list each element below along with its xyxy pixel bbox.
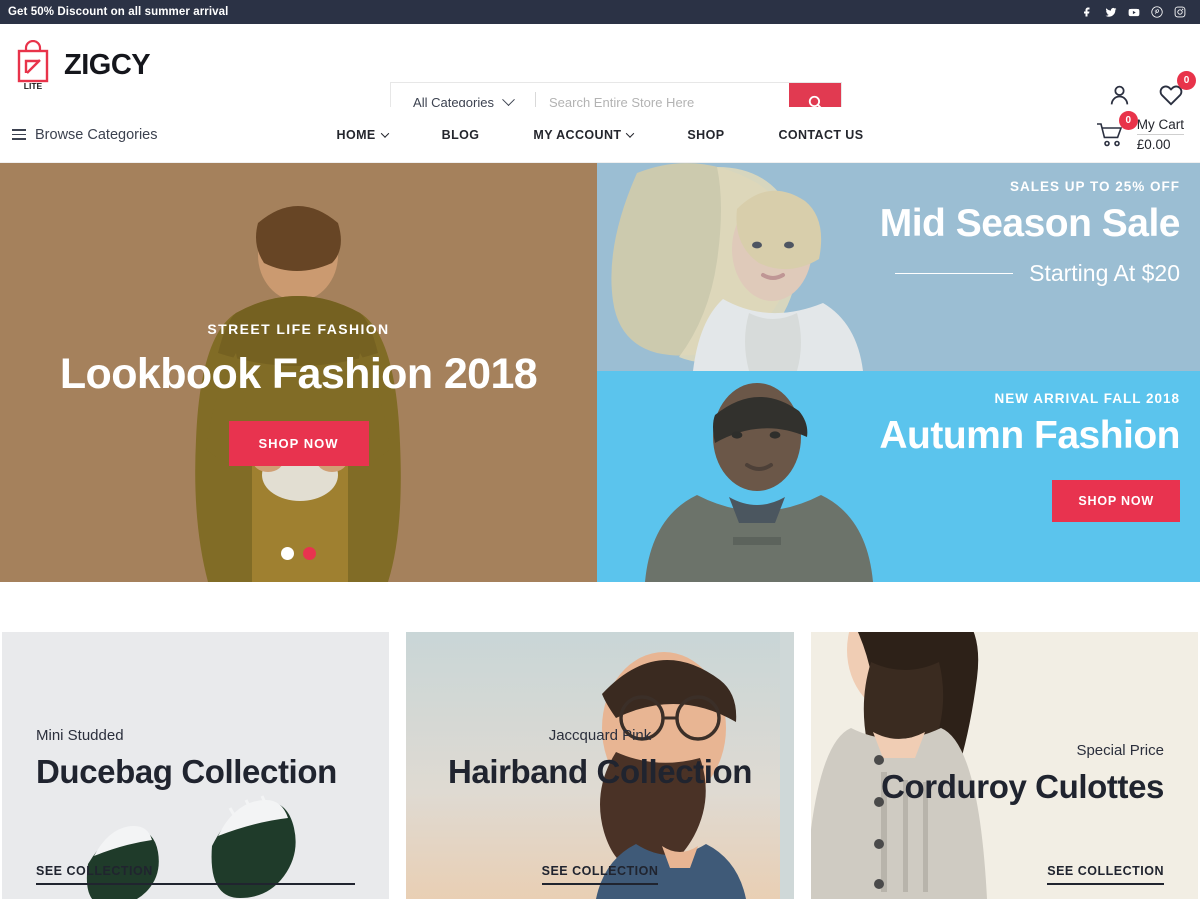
banner-autumn-kicker: NEW ARRIVAL FALL 2018 bbox=[994, 391, 1180, 406]
cart-button[interactable]: 0 My Cart £0.00 bbox=[1096, 110, 1184, 152]
collection-title-hairband: Hairband Collection bbox=[447, 753, 753, 790]
collection-card-hairband[interactable]: Jaccquard Pink Hairband Collection SEE C… bbox=[406, 632, 794, 899]
banner-mid-rule bbox=[895, 272, 1014, 275]
collection-kicker-ducebag: Mini Studded bbox=[36, 727, 124, 744]
collection-title-ducebag: Ducebag Collection bbox=[36, 753, 337, 790]
collection-card-corduroy-content: Special Price Corduroy Culottes SEE COLL… bbox=[811, 632, 1198, 899]
collection-card-corduroy[interactable]: Special Price Corduroy Culottes SEE COLL… bbox=[810, 632, 1198, 899]
banner-mid-kicker: SALES UP TO 25% OFF bbox=[1009, 179, 1180, 194]
promo-text: Get 50% Discount on all summer arrival bbox=[8, 6, 229, 18]
hero-kicker: STREET LIFE FASHION bbox=[207, 321, 390, 337]
collection-card-ducebag-content: Mini Studded Ducebag Collection SEE COLL… bbox=[2, 632, 389, 899]
hero-slider: STREET LIFE FASHION Lookbook Fashion 201… bbox=[0, 163, 597, 582]
twitter-icon[interactable] bbox=[1105, 6, 1117, 18]
nav-label-my-account: MY ACCOUNT bbox=[533, 127, 622, 142]
collection-card-hairband-content: Jaccquard Pink Hairband Collection SEE C… bbox=[406, 632, 793, 899]
banner-mid-season-sale[interactable]: SALES UP TO 25% OFF Mid Season Sale Star… bbox=[597, 163, 1200, 371]
hero-title: Lookbook Fashion 2018 bbox=[59, 350, 538, 398]
nav-label-shop: SHOP bbox=[687, 127, 725, 142]
primary-nav: HOME BLOG MY ACCOUNT SHOP CONTACT US bbox=[0, 128, 1200, 142]
hero-slider-dot-1[interactable] bbox=[281, 547, 294, 560]
cart-label: My Cart bbox=[1136, 117, 1184, 132]
banner-mid-subtitle-row: Starting At $20 bbox=[895, 260, 1180, 287]
wishlist-button[interactable]: 0 bbox=[1158, 71, 1196, 108]
header-actions: 0 bbox=[1107, 71, 1196, 108]
nav-item-contact-us[interactable]: CONTACT US bbox=[751, 128, 890, 142]
logo[interactable]: LITE ZIGCY bbox=[10, 39, 151, 92]
nav-label-home: HOME bbox=[336, 127, 376, 142]
nav-label-contact-us: CONTACT US bbox=[778, 127, 864, 142]
site-header: LITE ZIGCY All Categories 0 bbox=[0, 24, 1200, 122]
nav-label-blog: BLOG bbox=[441, 127, 480, 142]
cart-summary: My Cart £0.00 bbox=[1136, 117, 1184, 152]
facebook-icon[interactable] bbox=[1082, 6, 1094, 18]
logo-text: ZIGCY bbox=[64, 49, 151, 81]
banner-autumn-fashion[interactable]: NEW ARRIVAL FALL 2018 Autumn Fashion SHO… bbox=[597, 371, 1200, 582]
hero-slide-content: STREET LIFE FASHION Lookbook Fashion 201… bbox=[0, 321, 597, 466]
banner-autumn-shop-now-button[interactable]: SHOP NOW bbox=[1052, 480, 1180, 522]
nav-item-shop[interactable]: SHOP bbox=[660, 128, 751, 142]
social-links bbox=[1082, 6, 1186, 18]
hero-section: STREET LIFE FASHION Lookbook Fashion 201… bbox=[0, 163, 1200, 582]
collection-link-hairband[interactable]: SEE COLLECTION bbox=[541, 864, 659, 885]
hero-banners: SALES UP TO 25% OFF Mid Season Sale Star… bbox=[597, 163, 1200, 582]
collection-title-corduroy: Corduroy Culottes bbox=[881, 768, 1164, 805]
cart-total: £0.00 bbox=[1136, 137, 1171, 152]
shopping-bag-logo-icon: LITE bbox=[10, 39, 56, 92]
banner-mid-subtitle: Starting At $20 bbox=[1029, 260, 1180, 286]
collections-section: Mini Studded Ducebag Collection SEE COLL… bbox=[0, 582, 1200, 899]
banner-mid-title: Mid Season Sale bbox=[879, 202, 1181, 245]
instagram-icon[interactable] bbox=[1174, 6, 1186, 18]
chevron-down-icon bbox=[502, 92, 515, 106]
cart-icon[interactable]: 0 bbox=[1096, 110, 1138, 148]
collection-card-ducebag[interactable]: Mini Studded Ducebag Collection SEE COLL… bbox=[2, 632, 390, 899]
chevron-down-icon bbox=[380, 128, 389, 138]
nav-item-home[interactable]: HOME bbox=[310, 128, 415, 142]
hero-slider-dot-2[interactable] bbox=[303, 547, 316, 560]
banner-autumn-title: Autumn Fashion bbox=[879, 414, 1180, 457]
collection-link-corduroy[interactable]: SEE COLLECTION bbox=[1047, 864, 1164, 885]
account-button[interactable] bbox=[1107, 83, 1132, 108]
pinterest-icon[interactable] bbox=[1151, 6, 1163, 18]
nav-item-blog[interactable]: BLOG bbox=[415, 128, 507, 142]
chevron-down-icon bbox=[626, 128, 635, 138]
svg-text:LITE: LITE bbox=[24, 81, 43, 91]
banner-autumn-content: NEW ARRIVAL FALL 2018 Autumn Fashion SHO… bbox=[597, 371, 1200, 582]
banner-mid-season-content: SALES UP TO 25% OFF Mid Season Sale Star… bbox=[597, 163, 1200, 371]
nav-item-my-account[interactable]: MY ACCOUNT bbox=[506, 128, 660, 142]
collection-kicker-corduroy: Special Price bbox=[1076, 742, 1164, 759]
hero-shop-now-button[interactable]: SHOP NOW bbox=[228, 421, 369, 466]
cart-count-badge: 0 bbox=[1118, 110, 1138, 130]
youtube-icon[interactable] bbox=[1128, 6, 1140, 18]
wishlist-count-badge: 0 bbox=[1177, 71, 1196, 90]
top-promo-bar: Get 50% Discount on all summer arrival bbox=[0, 0, 1200, 24]
main-navbar: Browse Categories HOME BLOG MY ACCOUNT S… bbox=[0, 107, 1200, 163]
hero-slider-dots bbox=[0, 547, 597, 560]
collection-kicker-hairband: Jaccquard Pink bbox=[548, 727, 652, 744]
collection-link-ducebag[interactable]: SEE COLLECTION bbox=[36, 864, 356, 885]
